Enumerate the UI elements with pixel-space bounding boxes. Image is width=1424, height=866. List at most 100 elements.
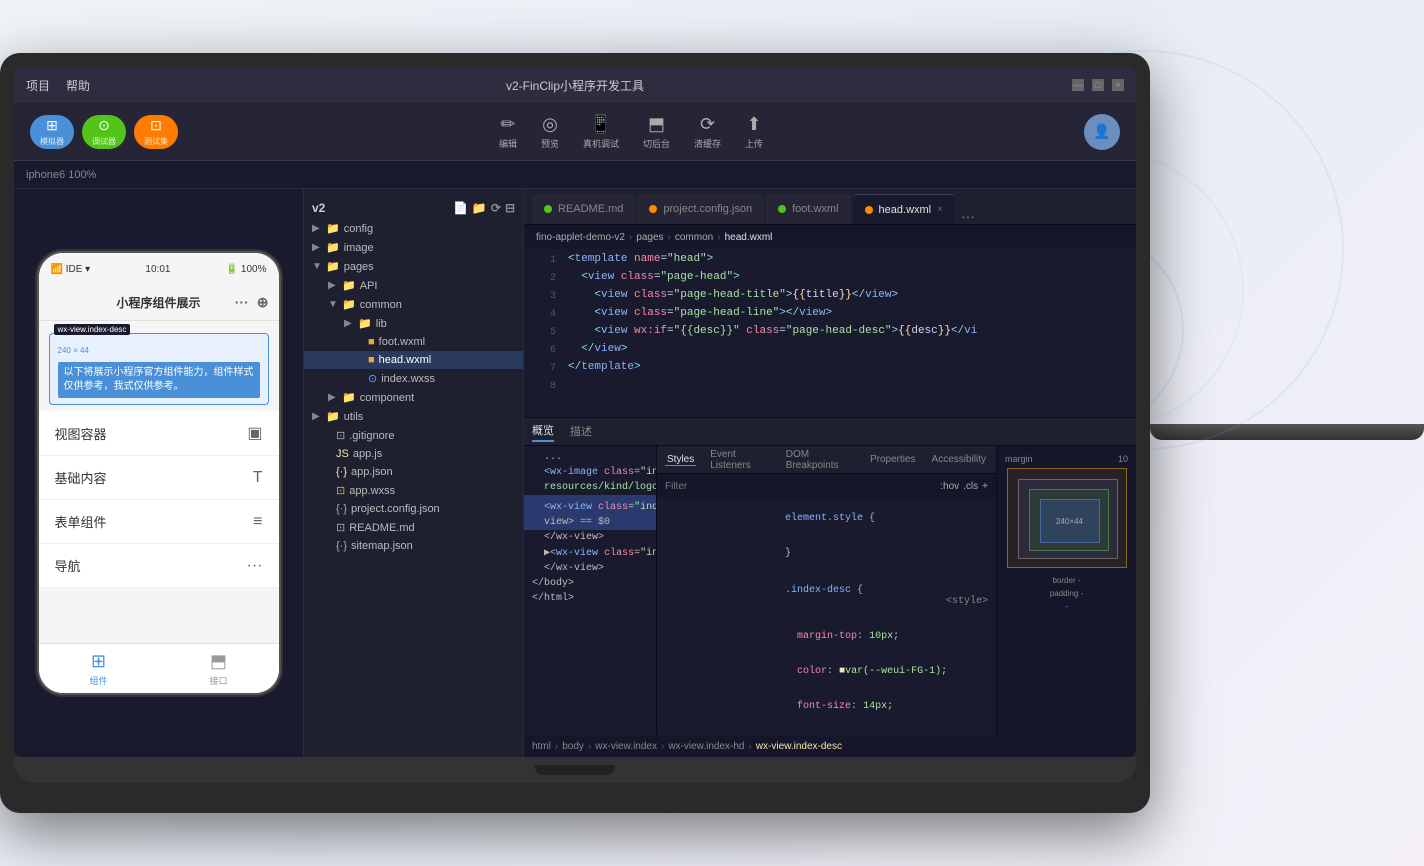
path-wx-view-index-hd[interactable]: wx-view.index-hd [668,741,744,752]
tree-file-foot-wxml[interactable]: ■ foot.wxml [304,333,523,351]
styles-tab-dom-breakpoints[interactable]: DOM Breakpoints [784,449,856,471]
cache-tool[interactable]: ⟳ 清缓存 [694,114,721,150]
folder-label: component [360,392,414,404]
tree-file-gitignore[interactable]: ⊡ .gitignore [304,426,523,445]
margin-layer: 240×44 [1007,468,1127,568]
phone-frame: 📶 IDE ▾ 10:01 🔋 100% 小程序组件展示 ··· ⊕ [39,253,279,693]
style-element-style: element.style { [665,502,988,535]
phone-tab-api[interactable]: ⬒ 接口 [159,644,279,693]
tree-file-head-wxml[interactable]: ■ head.wxml [304,351,523,369]
arrow-icon: ▶ [312,411,322,422]
devtools-tab-desc[interactable]: 描述 [570,423,592,441]
styles-tab-styles[interactable]: Styles [665,454,696,466]
tree-folder-config[interactable]: ▶ 📁 config [304,219,523,238]
new-file-icon[interactable]: 📄 [453,201,468,215]
minimize-button[interactable]: — [1072,79,1084,91]
code-editor[interactable]: 1 <template name="head"> 2 <view class="… [524,249,1136,417]
phone-tab-component[interactable]: ⊞ 组件 [39,644,159,693]
tree-file-project-config[interactable]: {·} project.config.json [304,500,523,518]
cls-button[interactable]: .cls [963,481,978,492]
html-tree-line-active[interactable]: <wx-view class="index-desc">以下将展示小程序官方组件… [524,495,656,515]
tab-readme[interactable]: README.md [532,194,635,224]
tree-folder-component[interactable]: ▶ 📁 component [304,388,523,407]
basic-content-icon: T [253,469,263,487]
list-item-form[interactable]: 表单组件 ≡ [39,500,279,544]
menu-bar[interactable]: 项目 帮助 [26,77,90,94]
editor-tabs: README.md project.config.json foot.wxml [524,189,1136,225]
window-title: v2-FinClip小程序开发工具 [506,77,644,94]
tree-file-app-js[interactable]: JS app.js [304,445,523,463]
tree-file-readme[interactable]: ⊡ README.md [304,518,523,537]
styles-tab-properties[interactable]: Properties [868,454,918,465]
more-tabs-icon[interactable]: ··· [961,208,975,224]
style-wx-view: wx-view { localfile:/.index.css:2 [665,727,988,735]
tree-folder-utils[interactable]: ▶ 📁 utils [304,407,523,426]
html-tree[interactable]: ... <wx-image class="index-logo" src="..… [524,446,656,735]
path-html[interactable]: html [532,741,551,752]
html-tree-line: ▶<wx-view class="index-bd">...</wx-view> [524,545,656,561]
add-style-button[interactable]: + [982,481,988,492]
debugger-icon: ⊙ [98,117,110,134]
debugger-button[interactable]: ⊙ 调试器 [82,115,126,149]
devtools-panel: 概览 描述 ... <wx-image class="index-logo" s… [524,417,1136,757]
window-controls[interactable]: — □ × [1072,79,1124,91]
tree-file-app-wxss[interactable]: ⊡ app.wxss [304,481,523,500]
background-tool[interactable]: ⬒ 切后台 [643,114,670,150]
tree-folder-lib[interactable]: ▶ 📁 lib [304,314,523,333]
menu-project[interactable]: 项目 [26,77,50,94]
code-line-1: 1 <template name="head"> [524,253,1136,271]
tab-close-icon[interactable]: × [937,204,943,215]
breadcrumb-root: fino-applet-demo-v2 [536,232,625,243]
close-button[interactable]: × [1112,79,1124,91]
user-avatar[interactable]: 👤 [1084,114,1120,150]
tree-folder-image[interactable]: ▶ 📁 image [304,238,523,257]
upload-tool[interactable]: ⬆ 上传 [745,114,763,150]
path-wx-view-index-desc[interactable]: wx-view.index-desc [756,741,842,752]
file-tree-icons[interactable]: 📄 📁 ⟳ ⊟ [453,201,515,215]
style-font-size: font-size: 14px; [665,690,988,723]
simulator-button[interactable]: ⊞ 模拟器 [30,115,74,149]
list-item-nav[interactable]: 导航 ··· [39,544,279,588]
arrow-icon: ▶ [344,318,354,329]
list-item-view-container[interactable]: 视图容器 ▣ [39,411,279,456]
tree-file-app-json[interactable]: {·} app.json [304,463,523,481]
path-body[interactable]: body [562,741,584,752]
menu-help[interactable]: 帮助 [66,77,90,94]
list-item-basic-content[interactable]: 基础内容 T [39,456,279,500]
tree-folder-pages[interactable]: ▼ 📁 pages [304,257,523,276]
api-tab-label: 接口 [209,674,227,687]
devtools-tab-overview[interactable]: 概览 [532,422,554,442]
tree-file-sitemap[interactable]: {·} sitemap.json [304,537,523,555]
view-container-icon: ▣ [247,423,262,443]
maximize-button[interactable]: □ [1092,79,1104,91]
tab-foot-wxml[interactable]: foot.wxml [766,194,850,224]
styles-filter-input[interactable] [665,481,936,492]
new-folder-icon[interactable]: 📁 [472,201,487,215]
file-icon: JS [336,448,349,460]
phone-nav-actions[interactable]: ··· ⊕ [235,294,269,311]
path-wx-view-index[interactable]: wx-view.index [595,741,657,752]
preview-tool[interactable]: ◎ 预览 [541,114,559,150]
styles-tab-accessibility[interactable]: Accessibility [930,454,988,465]
margin-label: margin [1005,454,1033,464]
simulator-icon: ⊞ [46,117,58,134]
collapse-icon[interactable]: ⊟ [505,201,515,215]
tab-project-config[interactable]: project.config.json [637,194,764,224]
device-bar: iphone6 100% [14,161,1136,189]
folder-icon: 📁 [326,260,340,273]
highlight-class-label: wx-view.index-desc [54,324,131,335]
tab-head-wxml[interactable]: head.wxml × [853,194,955,224]
edit-tool[interactable]: ✏ 编辑 [499,114,517,150]
hov-button[interactable]: :hov [940,481,959,492]
tree-folder-api[interactable]: ▶ 📁 API [304,276,523,295]
test-button[interactable]: ⊡ 测试集 [134,115,178,149]
file-label: app.wxss [349,485,395,497]
tree-folder-common[interactable]: ▼ 📁 common [304,295,523,314]
menu-icon[interactable]: ⊕ [257,294,269,311]
tree-file-index-wxss[interactable]: ⊙ index.wxss [304,369,523,388]
more-icon[interactable]: ··· [235,294,249,311]
refresh-icon[interactable]: ⟳ [491,201,501,215]
device-debug-tool[interactable]: 📱 真机调试 [583,114,619,150]
styles-tab-event-listeners[interactable]: Event Listeners [708,449,772,471]
preview-label: 预览 [541,137,559,150]
